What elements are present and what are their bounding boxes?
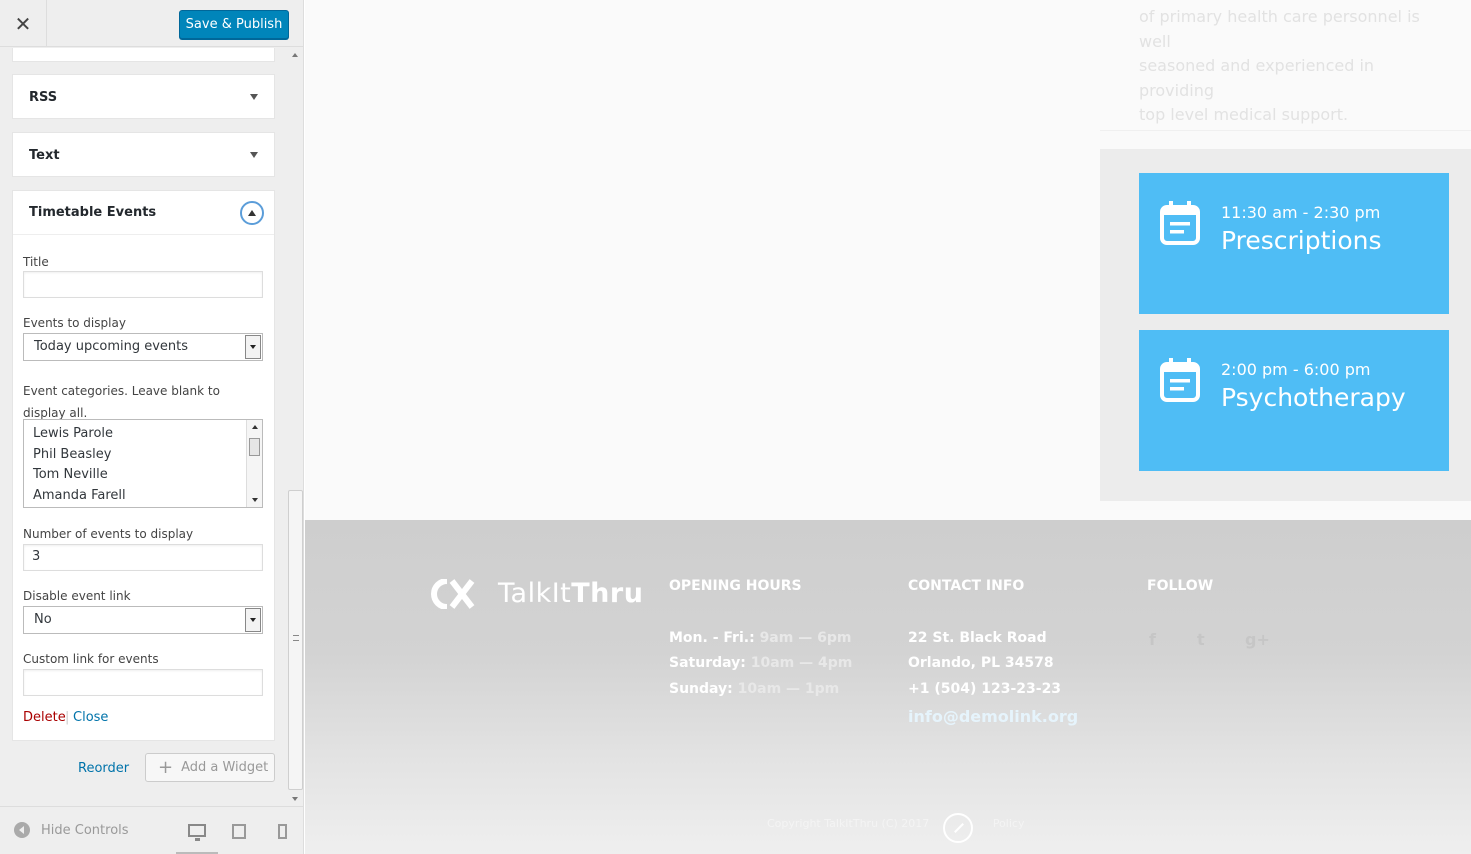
add-widget-label: Add a Widget bbox=[181, 760, 269, 775]
close-icon: ✕ bbox=[14, 11, 32, 36]
expand-arrow-icon[interactable] bbox=[250, 152, 258, 158]
widget-title: Text bbox=[29, 147, 60, 163]
contact-city: Orlando, PL 34578 bbox=[908, 655, 1054, 671]
reorder-link[interactable]: Reorder bbox=[78, 761, 129, 776]
scroll-up-icon[interactable] bbox=[292, 53, 298, 57]
logo-mark-icon bbox=[431, 578, 475, 609]
dropdown-arrow-icon[interactable] bbox=[245, 335, 261, 359]
event-title[interactable]: Prescriptions bbox=[1221, 226, 1382, 255]
disable-link-label: Disable event link bbox=[23, 589, 131, 603]
customizer-sidebar: ✕ Save & Publish RSS Text Timetable Even… bbox=[0, 0, 304, 854]
scroll-thumb[interactable] bbox=[288, 490, 303, 790]
number-events-input[interactable]: 3 bbox=[23, 544, 263, 571]
category-option[interactable]: Lewis Parole bbox=[33, 424, 253, 445]
number-events-label: Number of events to display bbox=[23, 527, 194, 541]
facebook-icon[interactable]: f bbox=[1149, 630, 1156, 649]
google-plus-icon[interactable]: g+ bbox=[1245, 630, 1270, 649]
hours-row: Sunday: 10am — 1pm bbox=[669, 681, 840, 697]
contact-phone[interactable]: +1 (504) 123-23-23 bbox=[908, 681, 1061, 697]
opening-hours-heading: OPENING HOURS bbox=[669, 578, 802, 594]
title-input[interactable] bbox=[23, 271, 263, 298]
twitter-icon[interactable]: t bbox=[1197, 630, 1205, 649]
select-value: No bbox=[34, 612, 52, 627]
sidebar-scrollbar[interactable] bbox=[288, 48, 303, 806]
collapse-left-icon bbox=[14, 822, 30, 838]
plus-icon: + bbox=[158, 756, 174, 778]
mobile-icon[interactable] bbox=[278, 824, 287, 839]
event-card[interactable]: 2:00 pm - 6:00 pm Psychotherapy bbox=[1139, 330, 1449, 471]
event-title[interactable]: Psychotherapy bbox=[1221, 383, 1406, 412]
close-widget-link[interactable]: Close bbox=[73, 710, 108, 725]
title-label: Title bbox=[23, 255, 49, 269]
widget-rss[interactable]: RSS bbox=[12, 74, 275, 119]
collapse-widget-button[interactable] bbox=[240, 200, 264, 225]
save-publish-button[interactable]: Save & Publish bbox=[179, 10, 289, 39]
about-line: of primary health care personnel is well bbox=[1139, 7, 1420, 51]
widget-title: RSS bbox=[29, 89, 58, 105]
collapse-arrow-icon bbox=[248, 209, 256, 216]
events-display-label: Events to display bbox=[23, 316, 126, 330]
customizer-header: ✕ Save & Publish bbox=[0, 0, 303, 47]
scroll-down-icon[interactable] bbox=[252, 498, 258, 502]
select-value: Today upcoming events bbox=[34, 339, 189, 354]
category-option[interactable]: Amanda Farell bbox=[33, 486, 253, 507]
desktop-icon[interactable] bbox=[188, 824, 206, 841]
about-line: seasoned and experienced in providing bbox=[1139, 56, 1375, 100]
categories-multiselect[interactable]: Lewis Parole Phil Beasley Tom Neville Am… bbox=[23, 419, 263, 508]
hours-row: Saturday: 10am — 4pm bbox=[669, 655, 853, 671]
dropdown-arrow-icon[interactable] bbox=[245, 608, 261, 632]
events-display-select[interactable]: Today upcoming events bbox=[23, 333, 263, 361]
hide-controls-button[interactable]: Hide Controls bbox=[14, 822, 129, 838]
divider bbox=[1100, 130, 1471, 131]
widget-partial bbox=[12, 48, 275, 62]
custom-link-label: Custom link for events bbox=[23, 652, 159, 666]
scroll-down-icon[interactable] bbox=[292, 797, 298, 801]
site-preview: of primary health care personnel is well… bbox=[305, 0, 1471, 854]
site-footer: TalkItThru OPENING HOURS Mon. - Fri.: 9a… bbox=[305, 520, 1471, 854]
tablet-icon[interactable] bbox=[232, 824, 246, 839]
scroll-thumb[interactable] bbox=[249, 438, 260, 456]
contact-email-link[interactable]: info@demolink.org bbox=[908, 707, 1078, 726]
category-option[interactable]: Phil Beasley bbox=[33, 445, 253, 466]
expand-arrow-icon[interactable] bbox=[250, 94, 258, 100]
custom-link-input[interactable] bbox=[23, 669, 263, 696]
customizer-footer: Hide Controls bbox=[0, 806, 303, 854]
calendar-icon bbox=[1160, 201, 1200, 245]
categories-scrollbar[interactable] bbox=[246, 420, 262, 507]
scroll-to-top-button[interactable] bbox=[943, 813, 973, 843]
widget-title: Timetable Events bbox=[29, 205, 157, 220]
contact-info-heading: CONTACT INFO bbox=[908, 578, 1025, 594]
link-separator: | bbox=[65, 710, 70, 725]
delete-widget-link[interactable]: Delete bbox=[23, 710, 66, 725]
hours-row: Mon. - Fri.: 9am — 6pm bbox=[669, 630, 852, 646]
close-customizer-button[interactable]: ✕ bbox=[0, 0, 47, 47]
widget-text[interactable]: Text bbox=[12, 132, 275, 177]
hide-controls-label: Hide Controls bbox=[41, 822, 129, 838]
category-option[interactable]: Tom Neville bbox=[33, 465, 253, 486]
contact-address: 22 St. Black Road bbox=[908, 630, 1047, 646]
event-time: 11:30 am - 2:30 pm bbox=[1221, 203, 1381, 222]
add-widget-button[interactable]: + Add a Widget bbox=[145, 753, 275, 782]
follow-heading: FOLLOW bbox=[1147, 578, 1214, 594]
about-line: top level medical support. bbox=[1139, 105, 1349, 124]
scroll-up-icon[interactable] bbox=[252, 425, 258, 429]
about-text: of primary health care personnel is well… bbox=[1139, 5, 1444, 128]
arrow-icon bbox=[954, 823, 964, 833]
site-logo[interactable]: TalkItThru bbox=[430, 578, 643, 609]
event-card[interactable]: 11:30 am - 2:30 pm Prescriptions bbox=[1139, 173, 1449, 314]
disable-link-select[interactable]: No bbox=[23, 606, 263, 634]
logo-text: TalkItThru bbox=[498, 578, 644, 609]
grip-icon bbox=[293, 635, 299, 641]
copyright-text: Copyright TalkItThru (C) 2017 Policy bbox=[767, 817, 1025, 830]
timetable-events-widget: 11:30 am - 2:30 pm Prescriptions 2:00 pm… bbox=[1100, 149, 1471, 501]
categories-label: Event categories. Leave blank to display… bbox=[23, 384, 220, 420]
widgets-panel: RSS Text Timetable Events Title Events t… bbox=[0, 48, 288, 806]
event-time: 2:00 pm - 6:00 pm bbox=[1221, 360, 1371, 379]
calendar-icon bbox=[1160, 358, 1200, 402]
